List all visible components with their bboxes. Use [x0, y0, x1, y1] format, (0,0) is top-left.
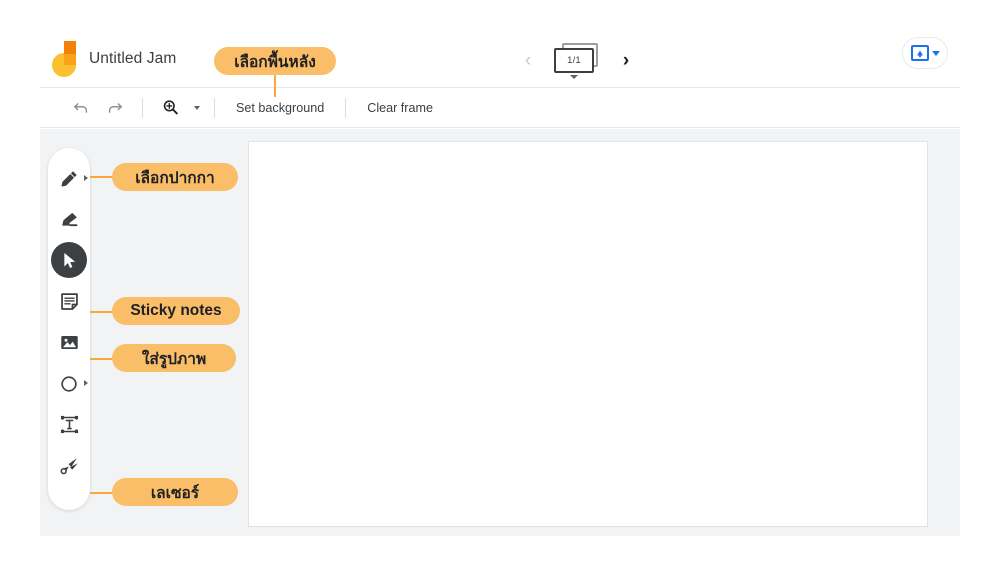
present-button[interactable]	[902, 37, 948, 69]
zoom-button[interactable]	[153, 91, 187, 125]
tool-select[interactable]	[51, 240, 87, 281]
annotation-leader-background	[274, 75, 276, 97]
image-icon	[60, 336, 78, 349]
tool-image[interactable]	[51, 322, 87, 363]
text-box-icon	[60, 415, 78, 434]
annotation-pill-pen: เลือกปากกา	[112, 163, 238, 191]
redo-button[interactable]	[98, 91, 132, 125]
jamboard-app: Untitled Jam ‹ 1/1 › Set background Clea…	[0, 0, 1000, 580]
annotation-pill-image: ใส่รูปภาพ	[112, 344, 236, 372]
tool-shape[interactable]	[51, 363, 88, 404]
tool-rail	[48, 148, 90, 510]
prev-frame-button[interactable]: ‹	[520, 51, 536, 70]
frame-counter[interactable]: 1/1	[554, 42, 600, 79]
eraser-icon	[62, 212, 78, 226]
tool-text-box[interactable]	[51, 404, 87, 445]
frame-expand-caret-down-icon[interactable]	[570, 75, 578, 79]
present-screen-icon	[910, 45, 929, 61]
cursor-icon	[63, 252, 75, 268]
sticky-note-icon	[60, 293, 78, 310]
toolbar-divider-3	[345, 97, 347, 118]
redo-icon	[108, 102, 122, 113]
toolbar-divider-2	[214, 97, 215, 118]
pen-icon	[61, 170, 77, 187]
tool-laser[interactable]	[51, 445, 87, 486]
zoom-caret-down-icon[interactable]	[194, 105, 200, 110]
tool-pen[interactable]	[51, 158, 88, 199]
present-caret-down-icon[interactable]	[931, 50, 940, 56]
jamboard-logo-icon	[52, 41, 76, 77]
app-header: Untitled Jam ‹ 1/1 ›	[40, 30, 960, 88]
undo-icon	[74, 102, 88, 113]
next-frame-button[interactable]: ›	[618, 51, 634, 70]
annotation-pill-laser: เลเซอร์	[112, 478, 238, 506]
frame-stack-front-icon: 1/1	[554, 48, 594, 73]
zoom-in-icon	[163, 100, 178, 115]
clear-frame-button[interactable]: Clear frame	[356, 101, 444, 115]
pen-submenu-arrow-icon[interactable]	[84, 175, 88, 181]
frame-counter-text: 1/1	[567, 55, 581, 66]
set-background-button[interactable]: Set background	[225, 101, 335, 115]
toolbar-divider-1	[142, 97, 143, 118]
brand-area: Untitled Jam	[52, 38, 176, 80]
annotation-pill-background: เลือกพื้นหลัง	[214, 47, 336, 75]
secondary-toolbar: Set background Clear frame	[40, 88, 960, 128]
circle-icon	[61, 375, 77, 392]
tool-eraser[interactable]	[51, 199, 87, 240]
document-title[interactable]: Untitled Jam	[89, 50, 176, 68]
laser-icon	[60, 457, 78, 474]
jam-frame-surface[interactable]	[248, 141, 928, 527]
undo-button[interactable]	[64, 91, 98, 125]
frame-navigation: ‹ 1/1 ›	[520, 42, 634, 79]
shape-submenu-arrow-icon[interactable]	[84, 380, 88, 386]
tool-sticky-note[interactable]	[51, 281, 87, 322]
annotation-pill-sticky-notes: Sticky notes	[112, 297, 240, 325]
